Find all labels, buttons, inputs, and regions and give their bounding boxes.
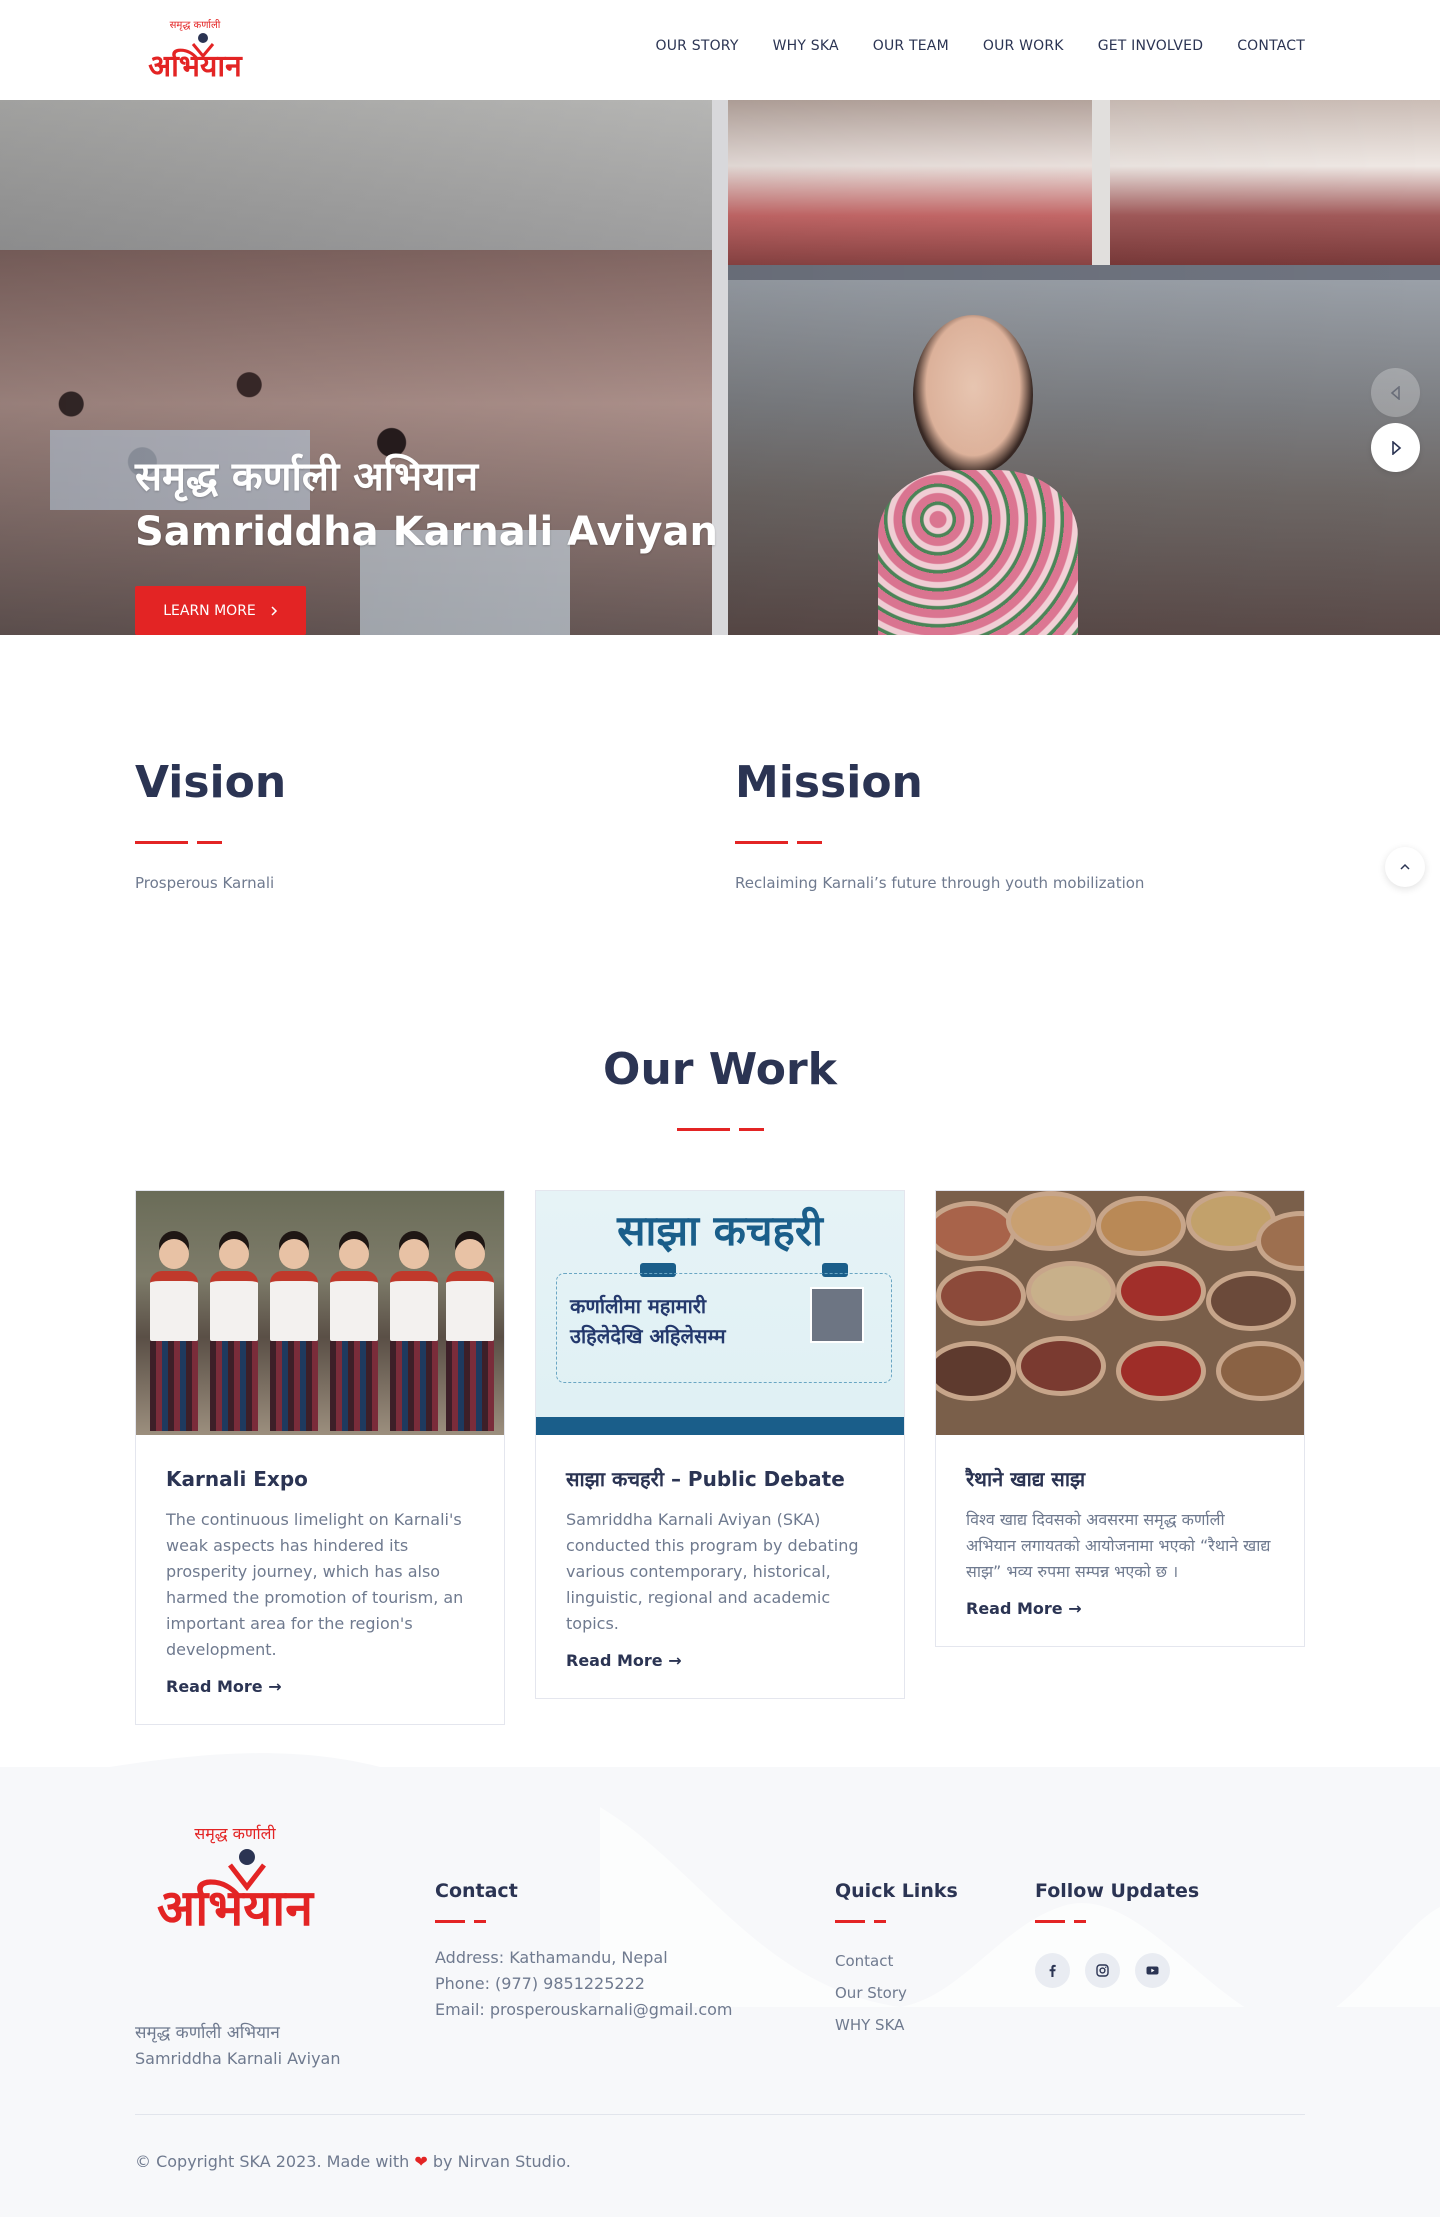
footer-logo-tagline: समृद्ध कर्णाली [194, 1824, 276, 1844]
copyright-pre: © Copyright SKA 2023. Made with [135, 2152, 410, 2171]
work-card-local-food: रैथाने खाद्य साझ विश्व खाद्य दिवसको अवसर… [935, 1190, 1305, 1647]
speaker-photo [810, 1287, 864, 1343]
mission-block: Mission Reclaiming Karnali’s future thro… [735, 755, 1144, 892]
read-more-link[interactable]: Read More → [966, 1599, 1082, 1618]
card-title[interactable]: साझा कचहरी – Public Debate [566, 1465, 874, 1493]
poster-subtitle-line-2: उहिलेदेखि अहिलेसम्म [570, 1324, 726, 1348]
site-footer: समृद्ध कर्णाली अभियान समृद्ध कर्णाली अभि… [0, 1753, 1440, 2217]
contact-email[interactable]: Email: prosperouskarnali@gmail.com [435, 1997, 732, 2023]
card-text: विश्व खाद्य दिवसको अवसरमा समृद्ध कर्णाली… [966, 1510, 1271, 1581]
nav-our-story[interactable]: OUR STORY [655, 38, 738, 54]
triangle-right-icon [1391, 440, 1401, 455]
vision-underline [135, 841, 286, 844]
learn-more-label: LEARN MORE [163, 602, 256, 619]
hero-title: समृद्ध कर्णाली अभियान Samriddha Karnali … [135, 450, 718, 560]
chevron-right-icon [271, 605, 277, 616]
scroll-to-top-button[interactable] [1385, 847, 1425, 887]
logo-tagline: समृद्ध कर्णाली [170, 19, 221, 31]
logo-word: अभियान [148, 48, 243, 84]
mission-text: Reclaiming Karnali’s future through yout… [735, 874, 1145, 892]
poster-title: साझा कचहरी [617, 1206, 823, 1255]
card-title[interactable]: रैथाने खाद्य साझ [966, 1465, 1274, 1493]
read-more-link[interactable]: Read More → [566, 1651, 682, 1670]
card-title[interactable]: Karnali Expo [166, 1465, 474, 1493]
nav-our-team[interactable]: OUR TEAM [873, 38, 949, 54]
slider-prev-button[interactable] [1371, 368, 1420, 417]
nav-our-work[interactable]: OUR WORK [983, 38, 1064, 54]
our-work-underline [0, 1128, 1440, 1131]
triangle-left-icon [1390, 385, 1400, 400]
work-card-karnali-expo: Karnali Expo The continuous limelight on… [135, 1190, 505, 1725]
quick-link-our-story[interactable]: Our Story [835, 1977, 958, 2009]
main-nav: OUR STORY WHY SKA OUR TEAM OUR WORK GET … [655, 38, 1305, 54]
hero-slider: समृद्ध कर्णाली अभियान Samriddha Karnali … [0, 100, 1440, 635]
our-work-heading: Our Work [603, 1044, 837, 1095]
contact-phone[interactable]: Phone: (977) 9851225222 [435, 1971, 732, 1997]
nav-why-ska[interactable]: WHY SKA [773, 38, 839, 54]
vision-block: Vision Prosperous Karnali [135, 755, 286, 892]
copyright-post: by Nirvan Studio. [432, 2152, 571, 2171]
footer-contact: Contact Address: Kathamandu, Nepal Phone… [435, 1880, 732, 2023]
social-links [1035, 1953, 1199, 1988]
hero-title-np: समृद्ध कर्णाली अभियान [135, 454, 479, 500]
vision-heading: Vision [135, 757, 287, 808]
footer-divider [135, 2114, 1305, 2115]
mission-underline [735, 841, 1144, 844]
heart-icon: ❤ [414, 2152, 428, 2171]
slider-next-button[interactable] [1371, 423, 1420, 472]
site-logo[interactable]: समृद्ध कर्णाली अभियान [135, 14, 255, 86]
quick-links-underline [835, 1920, 958, 1923]
local-food-image [936, 1191, 1304, 1435]
karnali-expo-image [136, 1191, 504, 1435]
facebook-icon [1049, 1964, 1056, 1977]
footer-brand-en: Samriddha Karnali Aviyan [135, 2049, 341, 2068]
mission-heading: Mission [735, 757, 923, 808]
site-header: समृद्ध कर्णाली अभियान OUR STORY WHY SKA … [0, 0, 1440, 100]
follow-underline [1035, 1920, 1199, 1923]
nav-contact[interactable]: CONTACT [1237, 38, 1305, 54]
follow-heading: Follow Updates [1035, 1880, 1200, 1902]
nav-get-involved[interactable]: GET INVOLVED [1098, 38, 1204, 54]
footer-follow: Follow Updates [1035, 1880, 1199, 1988]
logo-mark: समृद्ध कर्णाली अभियान [148, 19, 243, 84]
learn-more-button[interactable]: LEARN MORE [135, 586, 306, 635]
contact-heading: Contact [435, 1880, 518, 1902]
hero-title-en: Samriddha Karnali Aviyan [135, 509, 718, 555]
read-more-link[interactable]: Read More → [166, 1677, 282, 1696]
instagram-icon [1096, 1964, 1109, 1977]
facebook-button[interactable] [1035, 1953, 1070, 1988]
work-card-public-debate: साझा कचहरी कर्णालीमा महामारी उहिलेदेखि अ… [535, 1190, 905, 1699]
poster-subtitle-line-1: कर्णालीमा महामारी [570, 1294, 707, 1318]
vision-text: Prosperous Karnali [135, 874, 275, 892]
poster-subtitle: कर्णालीमा महामारी उहिलेदेखि अहिलेसम्म [570, 1291, 726, 1351]
copyright: © Copyright SKA 2023. Made with ❤ by Nir… [135, 2152, 571, 2171]
youtube-icon [1146, 1966, 1159, 1975]
contact-address: Address: Kathamandu, Nepal [435, 1948, 668, 1967]
card-text: Samriddha Karnali Aviyan (SKA) conducted… [566, 1510, 859, 1633]
chevron-up-icon [1400, 863, 1410, 870]
quick-link-why-ska[interactable]: WHY SKA [835, 2009, 958, 2041]
quick-links-heading: Quick Links [835, 1880, 958, 1902]
footer-quick-links: Quick Links Contact Our Story WHY SKA [835, 1880, 958, 2041]
instagram-button[interactable] [1085, 1953, 1120, 1988]
quick-link-contact[interactable]: Contact [835, 1945, 958, 1977]
footer-brand: समृद्ध कर्णाली अभियान Samriddha Karnali … [135, 2020, 340, 2072]
footer-logo[interactable]: समृद्ध कर्णाली अभियान [135, 1817, 335, 1942]
card-text: The continuous limelight on Karnali's we… [166, 1510, 464, 1659]
footer-brand-np: समृद्ध कर्णाली अभियान [135, 2023, 280, 2043]
youtube-button[interactable] [1135, 1953, 1170, 1988]
contact-underline [435, 1920, 732, 1923]
footer-logo-word: अभियान [157, 1879, 315, 1937]
public-debate-poster: साझा कचहरी कर्णालीमा महामारी उहिलेदेखि अ… [536, 1191, 904, 1435]
vision-mission-section: Vision Prosperous Karnali Mission Reclai… [0, 635, 1440, 940]
